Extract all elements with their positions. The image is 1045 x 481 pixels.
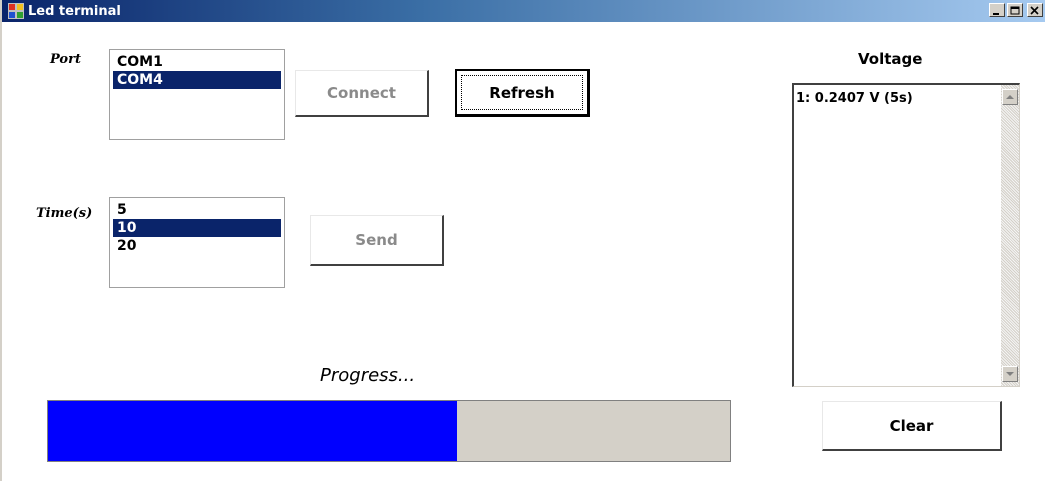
close-icon bbox=[1030, 6, 1039, 15]
refresh-button[interactable]: Refresh bbox=[455, 69, 590, 117]
voltage-listbox[interactable]: 1: 0.2407 V (5s) bbox=[792, 83, 1020, 387]
voltage-title: Voltage bbox=[858, 50, 923, 68]
list-item[interactable]: COM1 bbox=[113, 53, 281, 71]
time-label: Time(s) bbox=[36, 206, 93, 221]
arrow-up-icon bbox=[1006, 95, 1014, 99]
window-title: Led terminal bbox=[28, 3, 121, 19]
progress-label: Progress... bbox=[320, 365, 416, 386]
connect-button[interactable]: Connect bbox=[295, 70, 429, 117]
voltage-entry[interactable]: 1: 0.2407 V (5s) bbox=[796, 91, 913, 106]
focus-indicator bbox=[461, 75, 583, 110]
arrow-down-icon bbox=[1006, 372, 1014, 376]
maximize-icon bbox=[1010, 6, 1020, 15]
window-controls bbox=[989, 3, 1043, 17]
scroll-down-button[interactable] bbox=[1002, 366, 1018, 382]
time-listbox[interactable]: 5 10 20 bbox=[109, 197, 285, 288]
close-button[interactable] bbox=[1027, 3, 1043, 17]
list-item[interactable]: 5 bbox=[113, 201, 281, 219]
minimize-button[interactable] bbox=[989, 3, 1005, 17]
send-button[interactable]: Send bbox=[310, 215, 444, 266]
minimize-icon bbox=[993, 13, 999, 15]
maximize-button[interactable] bbox=[1007, 3, 1023, 17]
list-item[interactable]: COM4 bbox=[113, 71, 281, 89]
progress-bar bbox=[47, 400, 731, 462]
app-window: Led terminal Port COM1 COM4 Connect Refr… bbox=[0, 0, 1045, 481]
clear-button[interactable]: Clear bbox=[822, 401, 1002, 451]
progress-fill bbox=[48, 401, 458, 461]
voltage-scrollbar[interactable] bbox=[1001, 85, 1019, 386]
list-item[interactable]: 10 bbox=[113, 219, 281, 237]
port-listbox[interactable]: COM1 COM4 bbox=[109, 49, 285, 140]
scroll-up-button[interactable] bbox=[1002, 89, 1018, 105]
list-item[interactable]: 20 bbox=[113, 237, 281, 255]
port-label: Port bbox=[50, 52, 81, 67]
title-bar[interactable]: Led terminal bbox=[2, 0, 1045, 22]
app-icon bbox=[8, 3, 24, 19]
